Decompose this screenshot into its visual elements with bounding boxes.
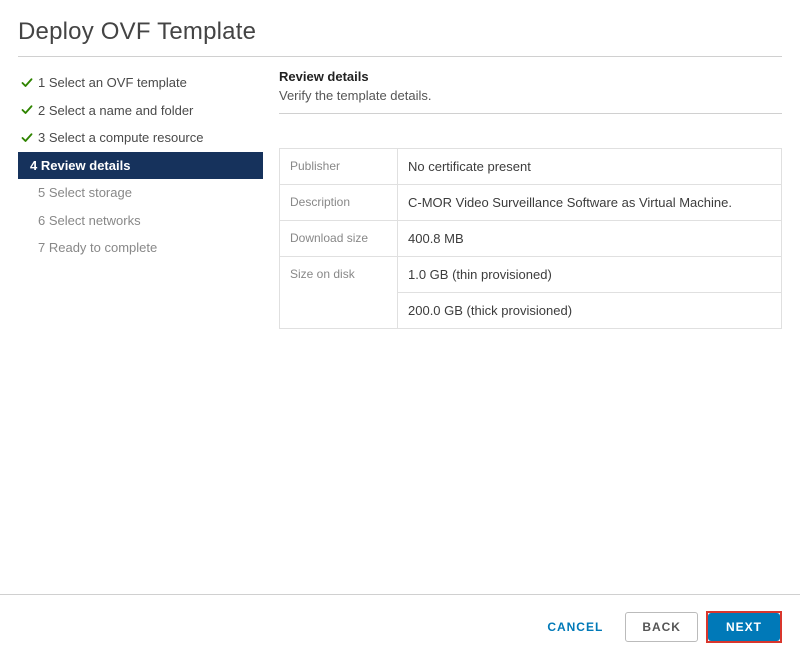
cancel-button[interactable]: CANCEL (533, 612, 617, 642)
spacer (20, 213, 34, 227)
step-label: 2 Select a name and folder (38, 101, 193, 121)
step-2-select-name-folder[interactable]: 2 Select a name and folder (18, 97, 263, 125)
back-button[interactable]: BACK (625, 612, 698, 642)
publisher-value: No certificate present (398, 149, 782, 185)
table-row: Download size 400.8 MB (280, 221, 782, 257)
table-row: Description C-MOR Video Surveillance Sof… (280, 185, 782, 221)
step-label: 6 Select networks (38, 211, 141, 231)
step-3-select-compute-resource[interactable]: 3 Select a compute resource (18, 124, 263, 152)
section-subtitle: Verify the template details. (279, 88, 782, 114)
step-label: 3 Select a compute resource (38, 128, 203, 148)
spacer (20, 186, 34, 200)
spacer (20, 241, 34, 255)
step-1-select-ovf-template[interactable]: 1 Select an OVF template (18, 69, 263, 97)
size-on-disk-thick-value: 200.0 GB (thick provisioned) (398, 293, 782, 329)
step-label: 7 Ready to complete (38, 238, 157, 258)
check-icon (20, 76, 34, 90)
step-label: 4 Review details (30, 156, 130, 176)
step-5-select-storage: 5 Select storage (18, 179, 263, 207)
size-on-disk-thin-value: 1.0 GB (thin provisioned) (398, 257, 782, 293)
publisher-key: Publisher (280, 149, 398, 185)
wizard-sidebar: 1 Select an OVF template 2 Select a name… (18, 67, 263, 329)
main-panel: Review details Verify the template detai… (263, 67, 782, 329)
details-table: Publisher No certificate present Descrip… (279, 148, 782, 329)
table-row: Publisher No certificate present (280, 149, 782, 185)
download-size-value: 400.8 MB (398, 221, 782, 257)
check-icon (20, 131, 34, 145)
description-key: Description (280, 185, 398, 221)
next-button-highlight: NEXT (706, 611, 782, 643)
step-label: 1 Select an OVF template (38, 73, 187, 93)
step-7-ready-to-complete: 7 Ready to complete (18, 234, 263, 262)
section-title: Review details (279, 69, 782, 84)
step-6-select-networks: 6 Select networks (18, 207, 263, 235)
step-label: 5 Select storage (38, 183, 132, 203)
check-icon (20, 103, 34, 117)
dialog-title: Deploy OVF Template (18, 18, 782, 57)
description-value: C-MOR Video Surveillance Software as Vir… (398, 185, 782, 221)
dialog-footer: CANCEL BACK NEXT (0, 594, 800, 643)
download-size-key: Download size (280, 221, 398, 257)
table-row: Size on disk 1.0 GB (thin provisioned) (280, 257, 782, 293)
step-4-review-details[interactable]: 4 Review details (18, 152, 263, 180)
next-button[interactable]: NEXT (708, 613, 780, 641)
size-on-disk-key: Size on disk (280, 257, 398, 329)
